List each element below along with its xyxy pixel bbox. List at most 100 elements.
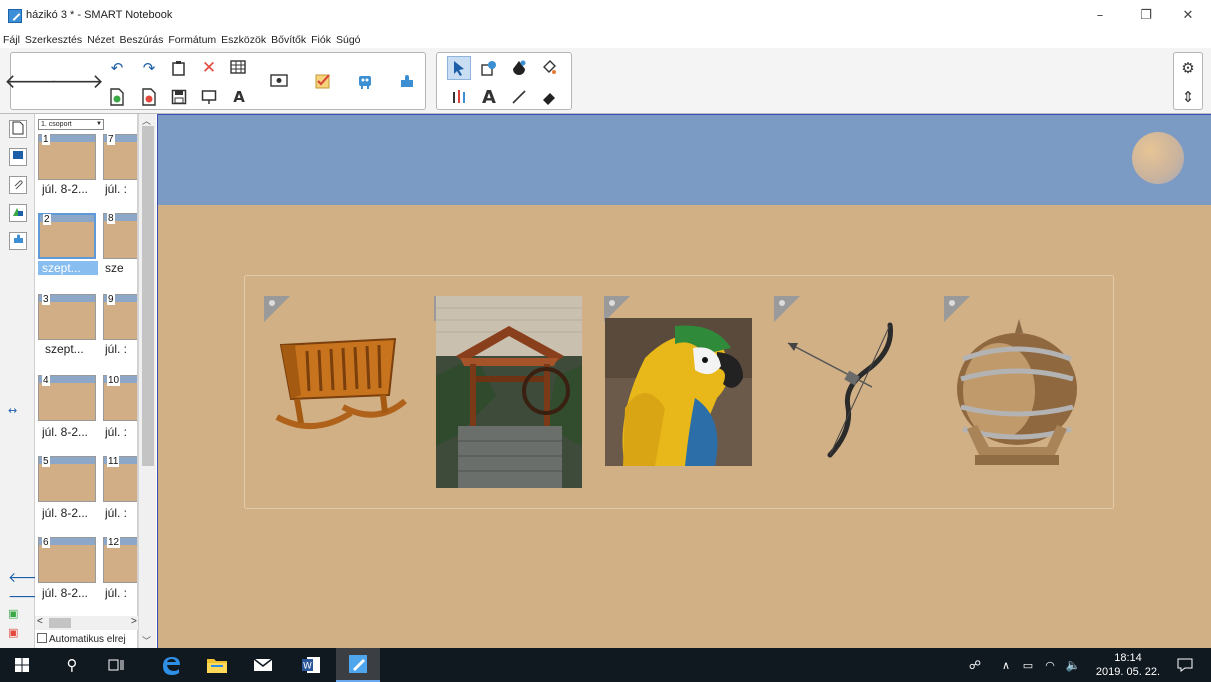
- people-button[interactable]: ☍: [964, 648, 986, 682]
- menu-insert[interactable]: Beszúrás: [117, 32, 166, 46]
- response-button[interactable]: [311, 69, 335, 93]
- wifi-icon: ◠: [1045, 658, 1055, 672]
- tab-attachments[interactable]: [9, 176, 27, 194]
- lab-activity-button[interactable]: [353, 69, 377, 93]
- sorter-horizontal-scrollbar[interactable]: < >: [35, 616, 138, 630]
- battery-button[interactable]: ▭: [1018, 648, 1038, 682]
- menu-file[interactable]: Fájl: [0, 32, 22, 46]
- screen-shade-button[interactable]: [197, 85, 221, 109]
- edge-icon: [163, 657, 180, 675]
- undo-button[interactable]: ↶: [105, 56, 129, 80]
- addons-button[interactable]: [395, 69, 419, 93]
- paste-button[interactable]: [167, 56, 191, 80]
- shape-tool-button[interactable]: [477, 56, 501, 80]
- task-view-button[interactable]: [100, 648, 132, 682]
- scroll-down-icon[interactable]: ﹀: [142, 634, 151, 647]
- scroll-thumb[interactable]: [142, 126, 154, 466]
- gear-icon: ⚙: [1181, 59, 1195, 77]
- action-center-button[interactable]: [1170, 648, 1200, 682]
- page-thumbnail-3[interactable]: 3: [38, 294, 96, 340]
- show-hidden-icons-button[interactable]: ∧: [996, 648, 1016, 682]
- select-tool-button[interactable]: [447, 56, 471, 80]
- mail-button[interactable]: [246, 648, 280, 682]
- delete-button[interactable]: ✕: [197, 56, 221, 80]
- redo-button[interactable]: ↷: [137, 56, 161, 80]
- object-menu-corner-4[interactable]: [774, 296, 800, 322]
- menu-format[interactable]: Formátum: [165, 32, 218, 46]
- page-label: sze: [105, 261, 124, 275]
- tab-gallery[interactable]: [9, 148, 27, 166]
- tab-properties[interactable]: [9, 204, 27, 222]
- volume-button[interactable]: 🔈: [1062, 648, 1084, 682]
- fill-tool-button[interactable]: [537, 56, 561, 80]
- barrel-image[interactable]: [955, 319, 1080, 469]
- font-tool-button[interactable]: A: [227, 85, 251, 109]
- smart-notebook-taskbar-button[interactable]: [336, 648, 380, 682]
- document-camera-button[interactable]: [267, 69, 291, 93]
- object-menu-corner-1[interactable]: [264, 296, 290, 322]
- add-page-icon: [110, 88, 124, 106]
- line-tool-button[interactable]: [507, 85, 531, 109]
- minimize-button[interactable]: –: [1090, 6, 1110, 26]
- pen-tool-button[interactable]: [447, 85, 471, 109]
- notebook-page-canvas[interactable]: [157, 114, 1211, 648]
- page-thumbnail-2-selected[interactable]: 2: [38, 213, 96, 259]
- tab-addons[interactable]: [9, 232, 27, 250]
- add-page-button[interactable]: [105, 85, 129, 109]
- tab-page-sorter[interactable]: [9, 120, 27, 138]
- bow-image[interactable]: [786, 321, 898, 461]
- eraser-shape-tool-button[interactable]: [507, 56, 531, 80]
- clock-date: 2019. 05. 22.: [1095, 666, 1161, 678]
- word-button[interactable]: W: [294, 648, 328, 682]
- page-thumbnail-10[interactable]: 10: [103, 375, 137, 421]
- auto-hide-checkbox[interactable]: Automatikus elrej: [37, 633, 126, 645]
- page-thumbnail-6[interactable]: 6: [38, 537, 96, 583]
- previous-page-button[interactable]: 🡐: [4, 69, 58, 93]
- sidebar-add-page-icon[interactable]: ▣: [8, 607, 18, 620]
- page-thumbnail-12[interactable]: 12: [103, 537, 137, 583]
- next-page-button[interactable]: 🡒: [50, 69, 104, 93]
- menu-addons[interactable]: Bővítők: [268, 32, 308, 46]
- page-thumbnail-8[interactable]: 8: [103, 213, 137, 259]
- delete-page-button[interactable]: [137, 85, 161, 109]
- page-thumbnail-4[interactable]: 4: [38, 375, 96, 421]
- restore-button[interactable]: ❐: [1136, 6, 1156, 26]
- page-number: 7: [107, 134, 115, 145]
- wifi-button[interactable]: ◠: [1040, 648, 1060, 682]
- toolbar-position-button[interactable]: ⇕: [1176, 85, 1200, 109]
- menu-edit[interactable]: Szerkesztés: [22, 32, 84, 46]
- well-image[interactable]: [436, 296, 582, 488]
- smart-notebook-app-icon: [8, 9, 22, 23]
- menu-tools[interactable]: Eszközök: [218, 32, 268, 46]
- page-thumbnail-11[interactable]: 11: [103, 456, 137, 502]
- close-button[interactable]: ✕: [1178, 6, 1198, 26]
- screen-shade-icon: [201, 90, 217, 104]
- page-thumbnail-1[interactable]: 1: [38, 134, 96, 180]
- checkbox-icon: [315, 74, 330, 89]
- file-explorer-button[interactable]: [200, 648, 234, 682]
- save-button[interactable]: [167, 85, 191, 109]
- cradle-image[interactable]: [273, 335, 408, 435]
- menu-help[interactable]: Súgó: [333, 32, 363, 46]
- text-tool-button[interactable]: A: [477, 85, 501, 109]
- sidebar-delete-page-icon[interactable]: ▣: [8, 626, 18, 639]
- parrot-image[interactable]: [605, 318, 752, 466]
- eraser-tool-button[interactable]: [537, 85, 561, 109]
- menu-view[interactable]: Nézet: [84, 32, 116, 46]
- page-thumbnail-7[interactable]: 7: [103, 134, 137, 180]
- edge-button[interactable]: [154, 648, 188, 682]
- windows-taskbar: ⚲ W ☍ ∧ ▭ ◠ 🔈: [0, 648, 1211, 682]
- start-button[interactable]: [6, 648, 38, 682]
- group-select[interactable]: 1. csoport: [38, 119, 104, 130]
- table-button[interactable]: [227, 56, 251, 80]
- ink-drop-icon: [513, 60, 526, 75]
- settings-button[interactable]: ⚙: [1176, 56, 1200, 80]
- page-thumbnail-9[interactable]: 9: [103, 294, 137, 340]
- taskbar-clock[interactable]: 18:14 2019. 05. 22.: [1092, 651, 1164, 679]
- menu-account[interactable]: Fiók: [308, 32, 333, 46]
- sorter-vertical-scrollbar[interactable]: ︿ ﹀: [138, 114, 156, 648]
- resize-handle-icon[interactable]: ↔: [8, 404, 17, 417]
- search-button[interactable]: ⚲: [56, 648, 88, 682]
- sun-shape[interactable]: [1132, 132, 1184, 184]
- page-thumbnail-5[interactable]: 5: [38, 456, 96, 502]
